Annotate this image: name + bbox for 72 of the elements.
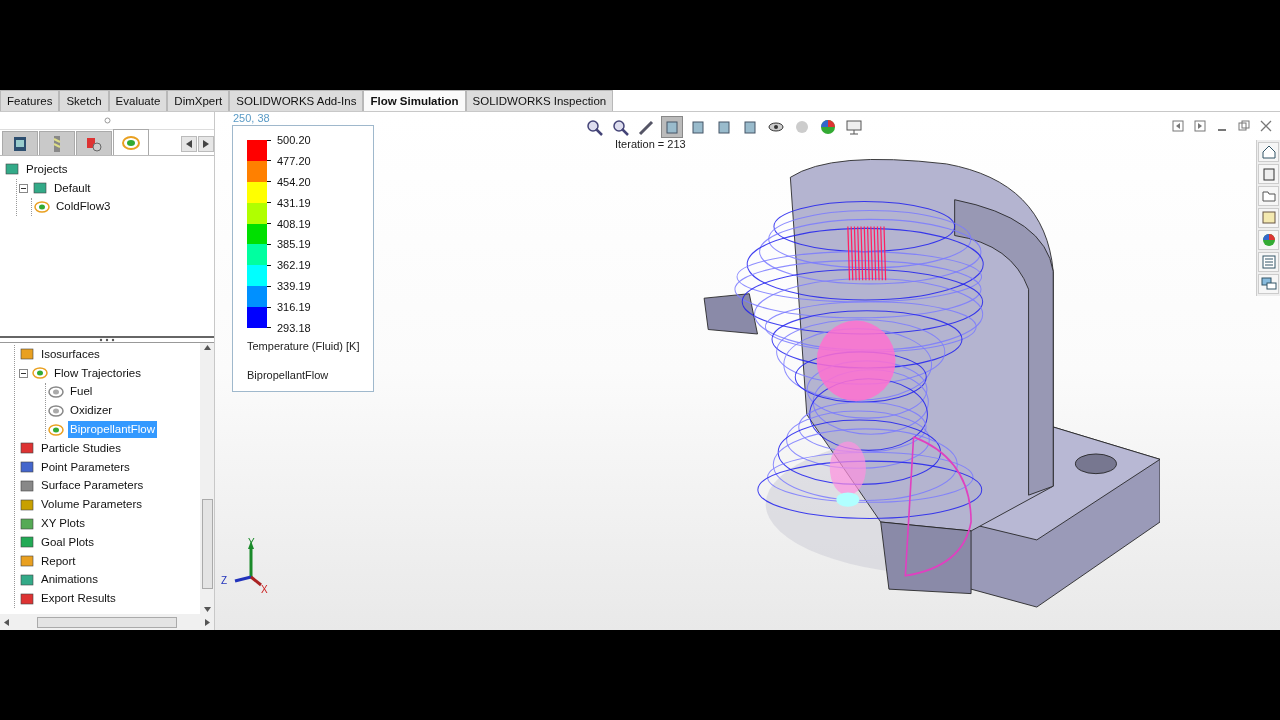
scroll-right-icon[interactable] (205, 618, 210, 626)
tree-item[interactable]: Default (52, 179, 93, 197)
command-tab[interactable]: Evaluate (108, 90, 168, 111)
restore-icon[interactable] (1238, 120, 1250, 132)
command-tab[interactable]: DimXpert (167, 90, 230, 111)
flow-tab-icon[interactable] (122, 133, 140, 152)
scroll-right-button[interactable] (198, 136, 214, 152)
monitor-tab-icon[interactable] (11, 134, 29, 153)
legend-value: 339.19 (277, 279, 311, 295)
next-icon[interactable] (1194, 120, 1206, 132)
tree-item[interactable]: XY Plots (39, 514, 87, 533)
axis-label: X (261, 583, 268, 597)
scroll-down-icon[interactable] (203, 607, 211, 612)
tree-item[interactable]: Animations (39, 571, 100, 589)
splitter-grip-icon[interactable] (97, 338, 117, 342)
grip-handle-icon[interactable] (103, 117, 111, 124)
tree-item[interactable]: Particle Studies (39, 439, 123, 457)
tree-item[interactable]: Report (39, 552, 78, 570)
tree-item[interactable]: Goal Plots (39, 533, 97, 551)
trajectory-icon (48, 403, 64, 418)
panel-tab[interactable] (39, 131, 75, 155)
scroll-left-button[interactable] (181, 136, 197, 152)
scroll-up-icon[interactable] (203, 345, 211, 350)
trajectory-icon (32, 366, 48, 381)
vertical-scrollbar[interactable] (200, 343, 214, 614)
command-tab[interactable]: Flow Simulation (363, 90, 466, 111)
legend-value: 500.20 (277, 133, 311, 148)
legend-value: 362.19 (277, 258, 311, 274)
tree-item[interactable]: Point Parameters (39, 458, 132, 476)
collapse-icon[interactable] (19, 183, 28, 193)
legend-value: 385.19 (277, 237, 311, 253)
legend-value: 316.19 (277, 300, 311, 315)
monitor-icon[interactable] (845, 118, 863, 136)
legend-value: 454.20 (277, 174, 311, 190)
panel-tab[interactable] (76, 131, 112, 155)
trajectory-icon (34, 200, 50, 214)
horizontal-scrollbar[interactable] (0, 614, 214, 630)
command-tab[interactable]: SOLIDWORKS Inspection (465, 90, 614, 111)
tree-item[interactable]: Flow Trajectories (52, 364, 143, 382)
color-ball-icon[interactable] (819, 118, 837, 136)
legend-value: 477.20 (277, 153, 311, 169)
close-icon[interactable] (1260, 120, 1272, 132)
tree-item[interactable]: Oxidizer (68, 402, 115, 420)
legend-value: 431.19 (277, 195, 311, 211)
legend-name: BipropellantFlow (247, 367, 330, 383)
trajectory-icon (48, 385, 64, 399)
axis-label: Z (221, 574, 228, 588)
panel-tab[interactable] (2, 131, 38, 155)
trajectory-icon (48, 422, 64, 437)
command-tab[interactable]: Features (0, 90, 60, 111)
previous-icon[interactable] (1172, 120, 1184, 132)
scroll-left-icon[interactable] (4, 618, 9, 626)
iteration-label: Iteration = 213 (615, 137, 686, 152)
tree-item[interactable]: Export Results (39, 590, 118, 608)
left-arrow-icon[interactable] (186, 140, 192, 148)
zoom-to-fit-icon[interactable] (585, 118, 603, 136)
panel-tab[interactable] (113, 129, 149, 155)
tree-item[interactable]: ColdFlow3 (54, 198, 113, 216)
right-arrow-icon[interactable] (203, 140, 209, 148)
tree-item[interactable]: Projects (24, 160, 70, 178)
legend-value: 408.19 (277, 216, 311, 232)
tree-item[interactable]: Volume Parameters (39, 496, 144, 514)
cursor-coordinates: 250, 38 (233, 111, 270, 126)
legend-value: 293.18 (277, 320, 311, 336)
tree-item[interactable]: Fuel (68, 383, 95, 401)
command-tab[interactable]: SOLIDWORKS Add-Ins (229, 90, 364, 111)
collapse-icon[interactable] (19, 368, 28, 378)
command-tab[interactable]: Sketch (59, 90, 109, 111)
legend-parameter: Temperature (Fluid) [K] (247, 339, 361, 354)
tree-item[interactable]: Isosurfaces (39, 345, 102, 363)
tree-item[interactable]: Surface Parameters (39, 477, 146, 495)
zoom-area-icon[interactable] (611, 118, 629, 136)
